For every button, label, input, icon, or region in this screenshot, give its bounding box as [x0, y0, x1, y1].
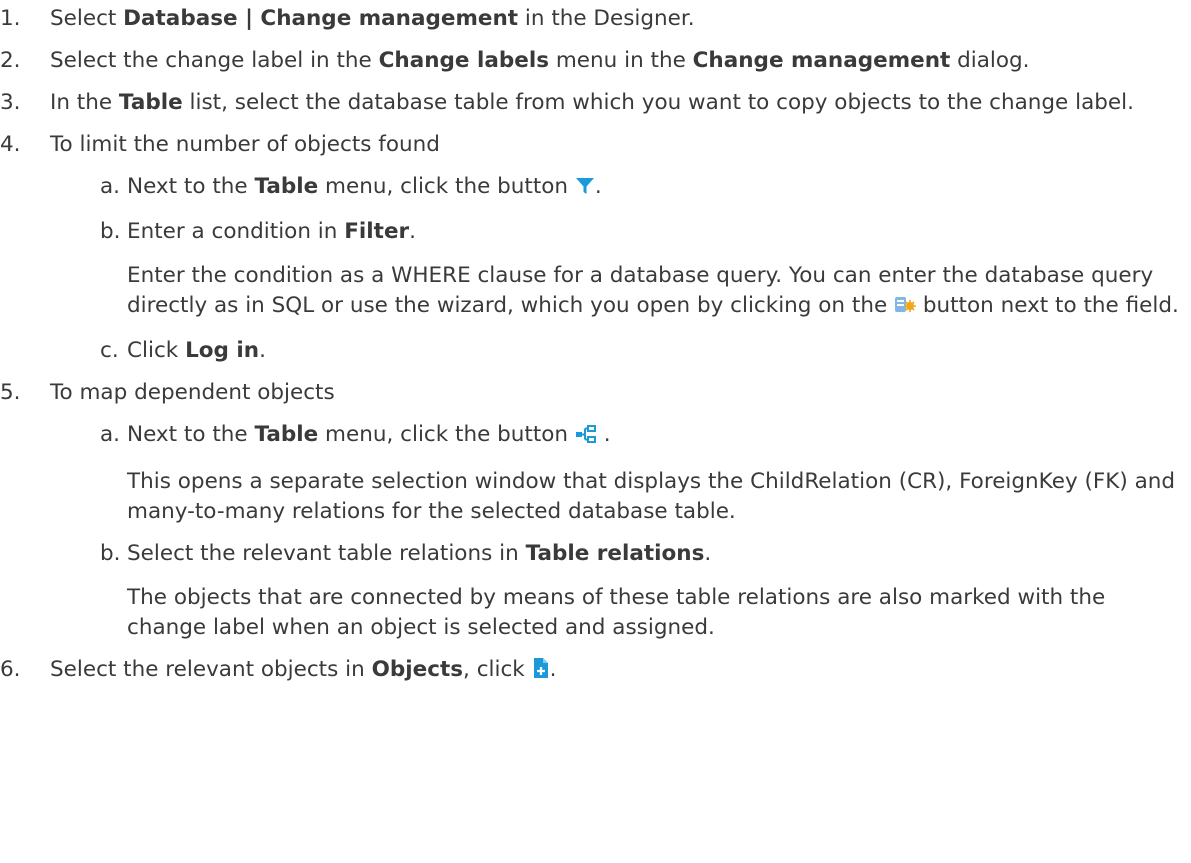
step-text: Next to the — [127, 422, 255, 447]
step-6: 6. Select the relevant objects in Object… — [0, 655, 1191, 688]
step-text: dialog. — [950, 48, 1030, 73]
substep-5b: b. Select the relevant table relations i… — [100, 539, 1183, 643]
step-text: Select the change label in the — [50, 48, 379, 73]
substep-letter: a. — [100, 174, 121, 199]
step-number: 1. — [0, 6, 21, 31]
substep-5a: a. Next to the Table menu, click the but… — [100, 420, 1183, 527]
button-name: Log in — [185, 338, 260, 363]
step-number: 4. — [0, 132, 21, 157]
step-text: . — [549, 657, 557, 682]
substep-letter: b. — [100, 541, 121, 566]
substep-4c: c. Click Log in. — [100, 336, 1183, 366]
substep-note: This opens a separate selection window t… — [127, 469, 1176, 524]
step-number: 6. — [0, 657, 21, 682]
step-text: To map dependent objects — [50, 380, 335, 405]
field-name: Objects — [371, 657, 464, 682]
note-text: button next to the field. — [916, 293, 1179, 318]
substep-letter: b. — [100, 219, 121, 244]
step-text: list, select the database table from whi… — [182, 90, 1134, 115]
step-text: menu, click the button — [318, 174, 575, 199]
dialog-name: Change management — [692, 48, 951, 73]
step-text: Next to the — [127, 174, 255, 199]
step-text: . — [704, 541, 712, 566]
substep-4b: b. Enter a condition in Filter. Enter th… — [100, 217, 1183, 324]
step-text: . — [259, 338, 266, 363]
step-number: 5. — [0, 380, 21, 405]
document-page: 1. Select Database | Change management i… — [0, 0, 1191, 863]
substep-letter: c. — [100, 338, 119, 363]
add-icon — [532, 657, 550, 688]
substep-letter: a. — [100, 422, 121, 447]
substep-note: Enter the condition as a WHERE clause fo… — [127, 261, 1183, 324]
step-text: . — [596, 422, 611, 447]
step-text: Enter a condition in — [127, 219, 345, 244]
step-text: Select — [50, 6, 124, 31]
step-text: Click — [127, 338, 186, 363]
step-text: menu, click the button — [318, 422, 575, 447]
menu-name: Table — [254, 174, 319, 199]
step-number: 2. — [0, 48, 21, 73]
step-text: . — [409, 219, 416, 244]
menu-name: Table — [254, 422, 319, 447]
filter-icon — [575, 175, 595, 205]
step-text: in the Designer. — [518, 6, 695, 31]
substeps-list: a. Next to the Table menu, click the but… — [100, 420, 1183, 643]
substeps-list: a. Next to the Table menu, click the but… — [100, 172, 1183, 366]
step-2: 2. Select the change label in the Change… — [0, 46, 1191, 76]
step-text: In the — [50, 90, 119, 115]
menu-name: Change labels — [378, 48, 549, 73]
steps-list: 1. Select Database | Change management i… — [0, 4, 1191, 688]
substep-note: The objects that are connected by means … — [127, 585, 1106, 640]
step-4: 4. To limit the number of objects found … — [0, 130, 1191, 366]
list-name: Table — [118, 90, 183, 115]
step-text: Select the relevant objects in — [50, 657, 372, 682]
step-1: 1. Select Database | Change management i… — [0, 4, 1191, 34]
step-text: , click — [463, 657, 532, 682]
field-name: Filter — [344, 219, 410, 244]
step-3: 3. In the Table list, select the databas… — [0, 88, 1191, 118]
step-5: 5. To map dependent objects a. Next to t… — [0, 378, 1191, 643]
step-text: . — [594, 174, 602, 199]
step-text: Select the relevant table relations in — [127, 541, 526, 566]
step-text: To limit the number of objects found — [50, 132, 440, 157]
field-name: Table relations — [525, 541, 705, 566]
substep-4a: a. Next to the Table menu, click the but… — [100, 172, 1183, 205]
query-wizard-icon — [894, 294, 917, 324]
step-number: 3. — [0, 90, 21, 115]
step-text: menu in the — [549, 48, 693, 73]
menu-path: Database | Change management — [123, 6, 519, 31]
relations-icon — [575, 423, 597, 453]
